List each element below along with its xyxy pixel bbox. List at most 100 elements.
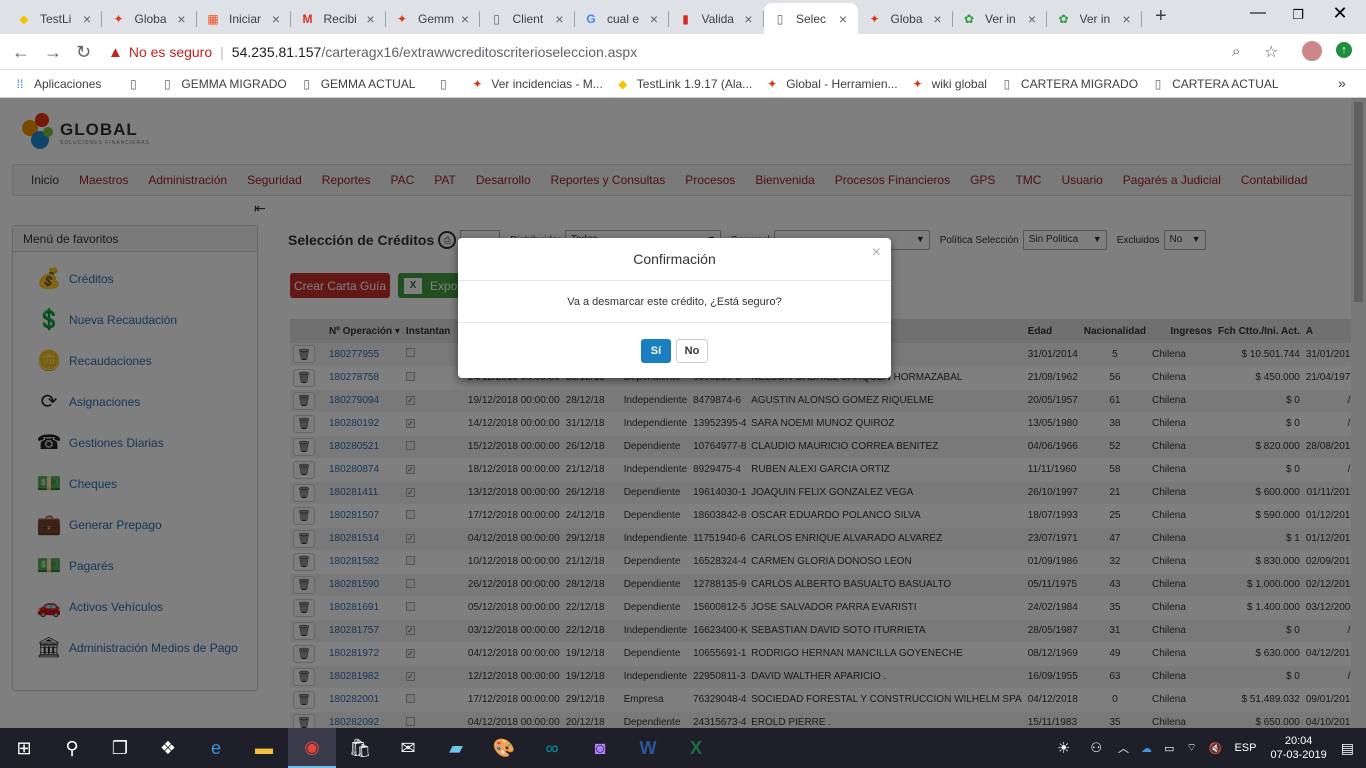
dialog-title: Confirmación [633,251,716,267]
close-tab-icon[interactable]: × [1025,11,1039,27]
bookmark-item[interactable]: ▯ GEMMA MIGRADO [159,76,287,92]
browser-tab[interactable]: M Recibi × [292,3,386,34]
bookmark-item[interactable]: ▯ [125,76,147,92]
global-icon: ✦ [869,11,880,26]
close-tab-icon[interactable]: × [553,11,567,27]
global-icon: ✦ [472,76,483,91]
close-tab-icon[interactable]: × [80,11,94,27]
bookmark-item[interactable]: ✦ Global - Herramien... [764,76,897,92]
language-indicator[interactable]: ESP [1234,742,1256,754]
update-icon[interactable]: ↑ [1336,42,1352,58]
microsoft-icon: ▦ [207,11,219,26]
forward-button[interactable]: → [44,42,62,63]
more-bookmarks-icon[interactable]: » [1338,75,1346,91]
close-window-button[interactable]: ✕ [1330,3,1350,24]
tab-title: Selec [796,11,827,26]
tab-title: Ver in [985,11,1016,26]
confirm-no-button[interactable]: No [676,338,708,363]
browser-tab[interactable]: ✿ Ver in × [953,3,1047,34]
tab-separator [1140,11,1142,27]
close-tab-icon[interactable]: × [269,11,283,27]
security-label[interactable]: No es seguro [129,44,212,60]
back-button[interactable]: ← [12,42,30,63]
bookmark-item[interactable]: ▯ CARTERA MIGRADO [999,76,1138,92]
browser-tab[interactable]: ◆ TestLi × [8,3,102,34]
windows-taskbar: ⊞ ⚲ ❐ ❖ e ▬ ◉ 🛍 ✉ ▰ 🎨 ∞ ◙ W X ☀ ⚇ ︿ ☁ ▭ … [0,728,1366,768]
battery-icon[interactable]: ▭ [1164,742,1174,755]
close-tab-icon[interactable]: × [458,11,472,27]
windows-start-icon[interactable]: ⊞ [0,728,48,768]
browser-tab[interactable]: ✿ Ver in × [1048,3,1142,34]
mail-icon[interactable]: ✉ [384,728,432,768]
bookmark-label: GEMMA MIGRADO [181,76,287,91]
onedrive-icon[interactable]: ☁ [1141,742,1152,755]
tab-separator [1046,11,1047,27]
notes-icon[interactable]: ▰ [432,728,480,768]
close-tab-icon[interactable]: × [836,11,850,27]
bookmark-label: Ver incidencias - M... [491,76,603,91]
bug-icon: ✿ [1058,11,1069,26]
dropbox-icon[interactable]: ❖ [144,728,192,768]
bookmark-item[interactable]: ▯ CARTERA ACTUAL [1150,76,1279,92]
tab-title: Globa [134,11,167,26]
browser-tab[interactable]: ✦ Globa × [103,3,197,34]
avatar[interactable] [1302,41,1322,61]
arduino-icon[interactable]: ∞ [528,728,576,768]
task-view-icon[interactable]: ❐ [96,728,144,768]
address-bar[interactable]: ▲ No es seguro | 54.235.81.157/carteragx… [108,38,1288,66]
bookmark-label: wiki global [931,76,987,91]
star-icon[interactable]: ☆ [1264,42,1278,62]
excel-taskbar-icon[interactable]: X [672,728,720,768]
paint-icon[interactable]: 🎨 [480,728,528,768]
confirm-yes-button[interactable]: Sí [641,338,671,363]
tab-separator [101,11,102,27]
bookmark-item[interactable]: ⁞⁞ Aplicaciones [12,76,102,92]
omnibox-separator: | [220,44,224,60]
close-tab-icon[interactable]: × [175,11,189,27]
bookmark-item[interactable]: ▯ GEMMA ACTUAL [299,76,415,92]
browser-tab[interactable]: ▯ Selec × [764,3,858,34]
bookmark-item[interactable]: ◆ TestLink 1.9.17 (Ala... [615,76,752,92]
close-tab-icon[interactable]: × [647,11,661,27]
wifi-icon[interactable]: ⌔ [1186,741,1196,755]
clock[interactable]: 20:04 07-03-2019 [1270,734,1326,762]
bookmark-item[interactable]: ▯ [435,76,457,92]
file-explorer-icon[interactable]: ▬ [240,728,288,768]
weather-icon[interactable]: ☀ [1057,739,1070,757]
edge-icon[interactable]: e [192,728,240,768]
url-text[interactable]: 54.235.81.157/carteragx16/extrawwcredito… [232,44,637,60]
close-tab-icon[interactable]: × [742,11,756,27]
minimize-button[interactable]: — [1248,4,1268,22]
modal-backdrop[interactable] [0,98,1366,728]
search-icon[interactable]: ⚲ [48,728,96,768]
browser-tab[interactable]: ▯ Client × [481,3,575,34]
close-tab-icon[interactable]: × [364,11,378,27]
chevron-up-icon[interactable]: ︿ [1118,740,1129,756]
close-tab-icon[interactable]: × [931,11,945,27]
close-icon[interactable]: × [872,244,881,262]
tab-title: cual e [607,11,640,26]
chile-flag-icon: ▮ [682,11,689,26]
bookmark-item[interactable]: ✦ Ver incidencias - M... [469,76,602,92]
tab-separator [290,11,291,27]
close-tab-icon[interactable]: × [1120,11,1134,27]
browser-tab[interactable]: ▮ Valida × [670,3,764,34]
browser-tab[interactable]: ✦ Gemm × [386,3,480,34]
google-icon: G [586,11,596,26]
browser-tab[interactable]: ▦ Iniciar × [197,3,291,34]
volume-icon[interactable]: 🔇 [1209,742,1223,755]
people-icon[interactable]: ⚇ [1090,740,1102,756]
teams-icon[interactable]: ◙ [576,728,624,768]
browser-tab[interactable]: ✦ Globa × [859,3,953,34]
notifications-icon[interactable]: ▤ [1341,740,1354,757]
store-icon[interactable]: 🛍 [336,728,384,768]
maximize-button[interactable]: ❐ [1288,7,1308,23]
new-tab-button[interactable]: + [1155,5,1167,28]
browser-tab[interactable]: Gcual e × [575,3,669,34]
bookmark-item[interactable]: ✦ wiki global [910,76,987,92]
global-icon: ✦ [912,76,923,91]
chrome-icon[interactable]: ◉ [288,728,336,768]
word-icon[interactable]: W [624,728,672,768]
zoom-icon[interactable]: ⌕ [1232,43,1240,60]
reload-button[interactable]: ↻ [76,42,91,63]
